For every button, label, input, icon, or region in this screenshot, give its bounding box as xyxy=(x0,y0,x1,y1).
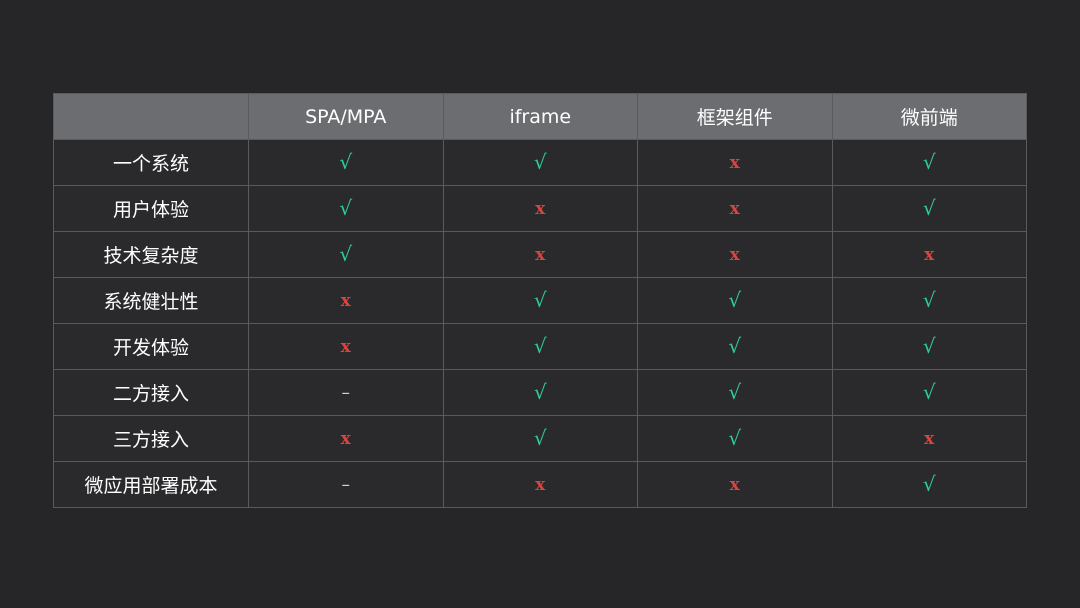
check-icon: √ xyxy=(339,196,353,220)
table-cell: √ xyxy=(637,323,833,370)
check-icon: √ xyxy=(922,472,936,496)
table-cell: √ xyxy=(442,277,638,324)
table-cell: √ xyxy=(637,277,833,324)
table-cell: √ xyxy=(637,369,833,416)
table-cell: x xyxy=(442,461,638,508)
table-header: SPA/MPA iframe 框架组件 微前端 xyxy=(53,93,1027,140)
check-icon: √ xyxy=(728,380,742,404)
header-framework-component: 框架组件 xyxy=(637,93,833,140)
table-cell: x xyxy=(637,231,833,278)
cross-icon: x xyxy=(340,429,351,449)
cross-icon: x xyxy=(729,475,740,495)
header-micro-frontend: 微前端 xyxy=(831,93,1027,140)
row-label: 二方接入 xyxy=(53,369,249,416)
table-cell: x xyxy=(442,231,638,278)
table-cell: √ xyxy=(831,461,1027,508)
cross-icon: x xyxy=(535,199,546,219)
cross-icon: x xyxy=(340,337,351,357)
table-row: 三方接入 x √ √ x xyxy=(53,415,1027,462)
table-cell: √ xyxy=(442,139,638,186)
check-icon: √ xyxy=(339,150,353,174)
cross-icon: x xyxy=(729,153,740,173)
check-icon: √ xyxy=(533,334,547,358)
check-icon: √ xyxy=(728,288,742,312)
row-label: 开发体验 xyxy=(53,323,249,370)
table-row: 一个系统 √ √ x √ xyxy=(53,139,1027,186)
table-cell: x xyxy=(248,415,444,462)
table-cell: √ xyxy=(248,231,444,278)
cross-icon: x xyxy=(729,245,740,265)
table-body: 一个系统 √ √ x √ 用户体验 √ x x √ 技术复杂度 √ x x x xyxy=(53,139,1027,508)
table-cell: √ xyxy=(442,415,638,462)
check-icon: √ xyxy=(922,334,936,358)
table-cell: x xyxy=(831,415,1027,462)
table-row: 系统健壮性 x √ √ √ xyxy=(53,277,1027,324)
check-icon: √ xyxy=(728,426,742,450)
row-label: 技术复杂度 xyxy=(53,231,249,278)
header-row: SPA/MPA iframe 框架组件 微前端 xyxy=(53,93,1027,140)
dash-icon: – xyxy=(341,475,351,495)
check-icon: √ xyxy=(922,150,936,174)
table-cell: √ xyxy=(442,369,638,416)
table-cell: x xyxy=(637,185,833,232)
table-cell: √ xyxy=(831,277,1027,324)
table-cell: √ xyxy=(248,139,444,186)
row-label: 用户体验 xyxy=(53,185,249,232)
check-icon: √ xyxy=(339,242,353,266)
table-cell: x xyxy=(248,323,444,370)
table-cell: √ xyxy=(442,323,638,370)
table-cell: √ xyxy=(831,369,1027,416)
table-cell: √ xyxy=(831,139,1027,186)
header-spa-mpa: SPA/MPA xyxy=(248,93,444,140)
check-icon: √ xyxy=(533,380,547,404)
table-cell: – xyxy=(248,461,444,508)
comparison-table: SPA/MPA iframe 框架组件 微前端 一个系统 √ √ x √ 用户体… xyxy=(53,93,1027,508)
row-label: 系统健壮性 xyxy=(53,277,249,324)
cross-icon: x xyxy=(729,199,740,219)
table-cell: x xyxy=(442,185,638,232)
cross-icon: x xyxy=(924,429,935,449)
slide: SPA/MPA iframe 框架组件 微前端 一个系统 √ √ x √ 用户体… xyxy=(0,0,1080,608)
table-cell: x xyxy=(248,277,444,324)
header-corner-cell xyxy=(53,93,249,140)
table-cell: √ xyxy=(637,415,833,462)
table-cell: √ xyxy=(248,185,444,232)
check-icon: √ xyxy=(922,380,936,404)
table-cell: √ xyxy=(831,323,1027,370)
cross-icon: x xyxy=(340,291,351,311)
check-icon: √ xyxy=(533,288,547,312)
row-label: 一个系统 xyxy=(53,139,249,186)
check-icon: √ xyxy=(533,150,547,174)
row-label: 微应用部署成本 xyxy=(53,461,249,508)
cross-icon: x xyxy=(535,475,546,495)
table-row: 技术复杂度 √ x x x xyxy=(53,231,1027,278)
table-cell: √ xyxy=(831,185,1027,232)
table-cell: x xyxy=(831,231,1027,278)
check-icon: √ xyxy=(922,288,936,312)
cross-icon: x xyxy=(535,245,546,265)
table-row: 微应用部署成本 – x x √ xyxy=(53,461,1027,508)
header-iframe: iframe xyxy=(442,93,638,140)
row-label: 三方接入 xyxy=(53,415,249,462)
table-row: 开发体验 x √ √ √ xyxy=(53,323,1027,370)
check-icon: √ xyxy=(922,196,936,220)
table-cell: – xyxy=(248,369,444,416)
cross-icon: x xyxy=(924,245,935,265)
dash-icon: – xyxy=(341,383,351,403)
table-cell: x xyxy=(637,461,833,508)
table-row: 二方接入 – √ √ √ xyxy=(53,369,1027,416)
check-icon: √ xyxy=(533,426,547,450)
table-row: 用户体验 √ x x √ xyxy=(53,185,1027,232)
table-cell: x xyxy=(637,139,833,186)
check-icon: √ xyxy=(728,334,742,358)
